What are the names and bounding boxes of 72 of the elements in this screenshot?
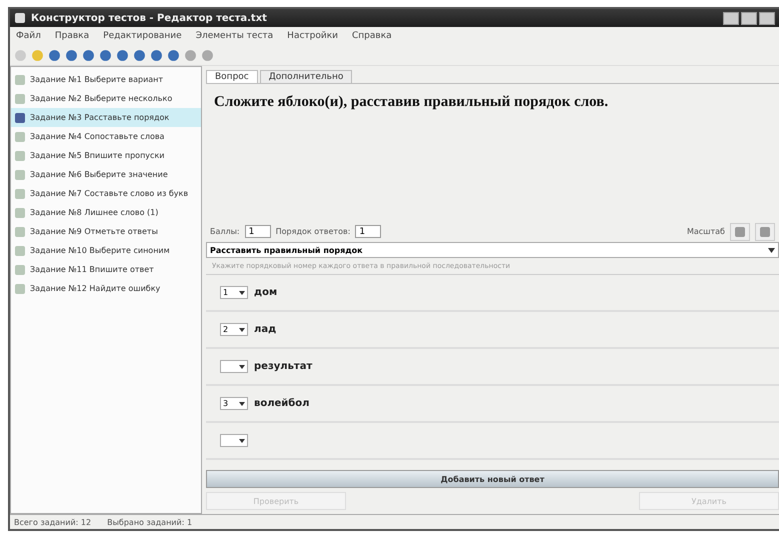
status-text: Всего заданий: 12 [14, 518, 92, 526]
menu-item[interactable]: Элементы теста [196, 31, 274, 41]
toolbar-icon[interactable] [133, 48, 146, 62]
order-dropdown[interactable]: 2 [220, 323, 248, 336]
caret-icon [239, 328, 245, 332]
task-item[interactable]: Задание №11 Впишите ответ [11, 260, 201, 279]
app-icon [14, 12, 26, 24]
order-dropdown[interactable] [220, 360, 248, 374]
task-item[interactable]: Задание №9 Отметьте ответы [11, 222, 201, 241]
toolbar-icon[interactable] [150, 48, 163, 62]
answer-text: результат [254, 361, 312, 372]
answer-text: дом [254, 287, 278, 298]
answer-text: волейбол [254, 398, 310, 410]
zoom-label: Масштаб [686, 227, 725, 236]
task-item[interactable]: Задание №8 Лишнее слово (1) [11, 203, 201, 222]
minimize-button[interactable] [723, 12, 739, 24]
score-field[interactable]: 1 [244, 225, 271, 238]
task-item[interactable]: Задание №1 Выберите вариант [11, 70, 201, 89]
caret-icon [239, 290, 245, 295]
task-icon [14, 130, 26, 142]
toolbar-icon[interactable] [65, 48, 78, 62]
task-icon [14, 92, 26, 104]
task-icon [14, 150, 26, 162]
task-item[interactable]: Задание №4 Сопоставьте слова [11, 127, 201, 146]
toolbar-icon[interactable] [167, 48, 180, 62]
answer-text: лад [254, 324, 276, 336]
task-icon [14, 206, 26, 218]
task-icon [14, 244, 26, 256]
task-icon [14, 282, 26, 294]
order-dropdown[interactable]: 3 [220, 397, 248, 410]
task-item[interactable]: Задание №3 Расставьте порядок [11, 108, 201, 127]
toolbar-icon[interactable] [116, 48, 129, 62]
caret-icon [239, 438, 245, 443]
window-title: Конструктор тестов - Редактор теста.txt [31, 12, 267, 24]
task-item[interactable]: Задание №6 Выберите значение [11, 165, 201, 184]
order-label: Порядок ответов: [276, 227, 350, 236]
task-item[interactable]: Задание №7 Составьте слово из букв [11, 184, 201, 203]
task-item[interactable]: Задание №12 Найдите ошибку [11, 279, 201, 298]
menu-item[interactable]: Справка [352, 31, 392, 41]
order-dropdown[interactable] [220, 434, 248, 448]
menu-item[interactable]: Правка [54, 31, 90, 41]
answer-type-dropdown[interactable]: Расставить правильный порядок [206, 242, 779, 258]
caret-icon [768, 248, 775, 253]
order-dropdown[interactable]: 1 [220, 286, 248, 300]
menu-item[interactable]: Файл [16, 31, 41, 41]
task-item[interactable]: Задание №5 Впишите пропуски [11, 146, 201, 165]
order-field[interactable]: 1 [355, 225, 382, 238]
task-icon [14, 168, 26, 180]
task-icon [14, 112, 26, 124]
menu-item[interactable]: Настройки [287, 31, 338, 41]
task-item[interactable]: Задание №2 Выберите несколько [11, 89, 201, 108]
question-text: Сложите яблоко(и), расставив правильный порядок слов. [213, 93, 610, 112]
task-item[interactable]: Задание №10 Выберите синоним [11, 241, 201, 260]
maximize-button[interactable] [741, 12, 757, 24]
toolbar-icon[interactable] [99, 48, 112, 62]
task-icon [14, 188, 26, 200]
score-label: Баллы: [210, 227, 240, 236]
task-icon [14, 264, 26, 276]
table-button[interactable] [755, 222, 775, 241]
task-icon [14, 226, 26, 238]
caret-icon [239, 402, 245, 406]
image-button[interactable] [730, 222, 750, 241]
add-answer-button[interactable]: Добавить новый ответ [206, 470, 779, 488]
close-button[interactable] [759, 12, 775, 24]
status-text: Выбрано заданий: 1 [107, 518, 192, 526]
task-icon [14, 74, 26, 86]
toolbar-icon[interactable] [82, 48, 95, 62]
caret-icon [239, 364, 245, 369]
tab[interactable]: Вопрос [206, 70, 258, 83]
toolbar-icon[interactable] [48, 48, 61, 62]
tab[interactable]: Дополнительно [260, 70, 352, 83]
menu-item[interactable]: Редактирование [103, 31, 182, 41]
